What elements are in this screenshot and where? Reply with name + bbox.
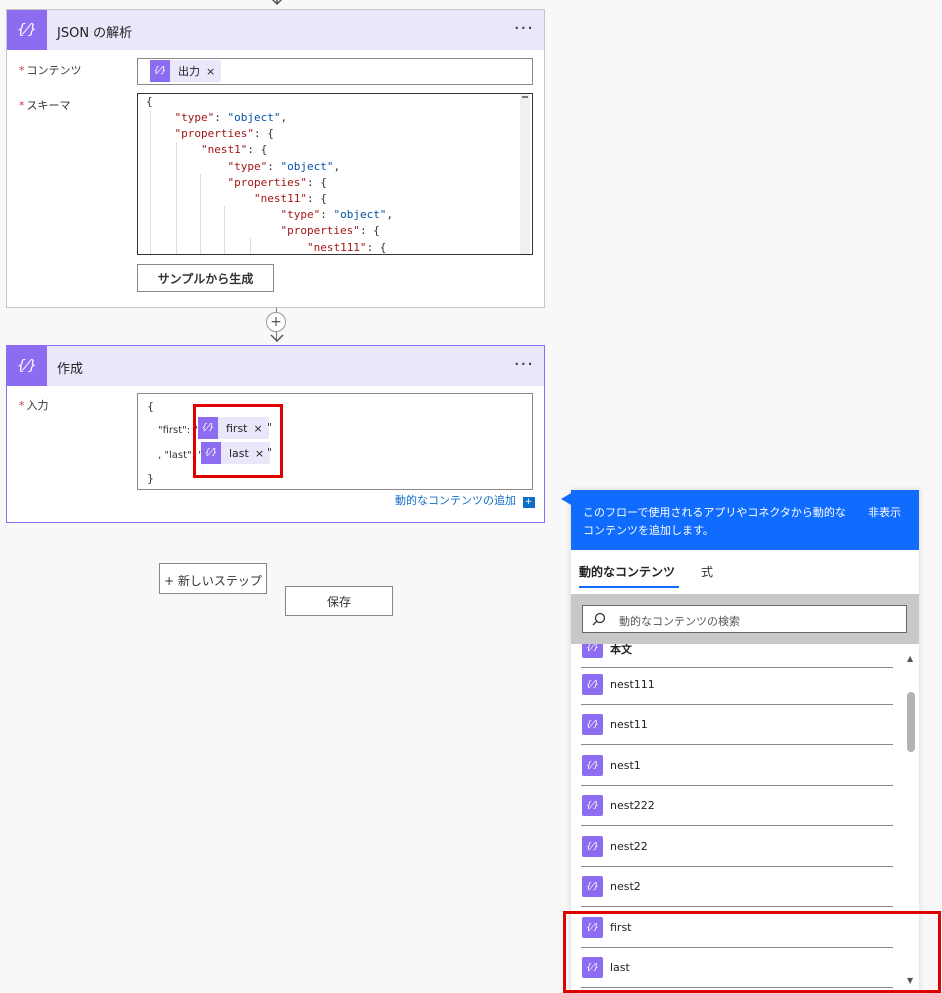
schema-code-line: "nest11": {	[253, 192, 327, 205]
highlight-box	[193, 404, 283, 478]
save-button[interactable]: 保存	[285, 586, 393, 616]
dynamic-content-item-label: nest11	[610, 718, 648, 731]
remove-token-icon[interactable]: ×	[206, 65, 221, 78]
dynamic-content-item-label: nest1	[610, 759, 641, 772]
content-field[interactable]: {⁄} 出力 ×	[137, 58, 533, 85]
schema-code-line: {	[146, 95, 153, 108]
schema-code-line: "type": "object",	[174, 111, 288, 124]
dynamic-content-item-label: 本文	[610, 644, 632, 656]
dynamic-content-item-label: nest222	[610, 799, 655, 812]
schema-code-line: "properties": {	[174, 127, 274, 141]
data-operation-icon: {⁄}	[582, 714, 603, 735]
content-label: * コンテンツ	[19, 64, 82, 77]
more-options-icon[interactable]: ···	[514, 354, 534, 375]
schema-code-line: "nest111": {	[306, 240, 387, 254]
data-operation-icon: {⁄}	[582, 795, 603, 816]
dynamic-content-item[interactable]: {⁄} nest1	[581, 746, 893, 786]
panel-header: このフローで使用されるアプリやコネクタから動的なコンテンツを追加します。 非表示	[571, 490, 919, 550]
dynamic-content-item[interactable]: {⁄} nest22	[581, 827, 893, 867]
schema-code-line: "type": "object",	[280, 208, 394, 222]
schema-label: * スキーマ	[19, 99, 71, 112]
schema-code-line: "properties": {	[280, 224, 380, 238]
generate-from-sample-button[interactable]: サンプルから生成	[137, 264, 274, 292]
dynamic-content-item[interactable]: {⁄} nest111	[581, 665, 893, 705]
parse-json-title: JSON の解析	[57, 26, 133, 41]
data-operation-icon: {⁄}	[7, 10, 47, 50]
first-key-text: "first": "	[158, 425, 198, 436]
data-operation-icon: {⁄}	[582, 836, 603, 857]
panel-description: このフローで使用されるアプリやコネクタから動的なコンテンツを追加します。	[583, 506, 846, 537]
schema-editor[interactable]: { "type": "object", "properties": { "nes…	[137, 93, 533, 255]
input-label: * 入力	[19, 399, 49, 412]
compose-title: 作成	[57, 362, 84, 377]
tab-dynamic-content[interactable]: 動的なコンテンツ	[579, 563, 675, 580]
scroll-up-icon[interactable]: ▲	[907, 654, 913, 663]
search-icon	[592, 612, 606, 626]
data-operation-icon: {⁄}	[582, 876, 603, 897]
arrow-down-icon	[270, 334, 284, 343]
dynamic-content-item[interactable]: {⁄} nest11	[581, 705, 893, 745]
insert-step-button[interactable]: +	[266, 312, 286, 332]
close-brace: }	[147, 472, 154, 485]
output-token[interactable]: {⁄} 出力 ×	[150, 60, 222, 82]
data-operation-icon: {⁄}	[582, 644, 603, 658]
data-operation-icon: {⁄}	[582, 755, 603, 776]
token-label: 出力	[178, 65, 200, 78]
data-operation-icon: {⁄}	[582, 674, 603, 695]
token-icon: {⁄}	[150, 60, 170, 82]
dynamic-content-item[interactable]: {⁄} nest2	[581, 867, 893, 907]
new-step-button[interactable]: + 新しいステップ	[159, 563, 267, 594]
arrow-down-icon	[271, 0, 283, 6]
tab-expression[interactable]: 式	[701, 563, 713, 580]
search-placeholder: 動的なコンテンツの検索	[619, 615, 740, 628]
dynamic-content-item-label: nest111	[610, 678, 655, 691]
dynamic-content-item-label: nest22	[610, 840, 648, 853]
add-dynamic-content-link[interactable]: 動的なコンテンツの追加 +	[395, 492, 535, 508]
active-tab-indicator	[579, 586, 679, 588]
highlight-box	[563, 911, 941, 993]
search-area: 動的なコンテンツの検索	[571, 594, 919, 644]
data-operation-icon: {⁄}	[7, 346, 47, 386]
dynamic-content-item-label: nest2	[610, 880, 641, 893]
open-brace: {	[147, 400, 154, 413]
schema-scrollbar[interactable]	[520, 94, 530, 254]
hide-button[interactable]: 非表示	[868, 504, 901, 520]
schema-code-line: "properties": {	[227, 175, 327, 189]
add-icon: +	[522, 497, 535, 508]
dynamic-content-item[interactable]: {⁄} nest222	[581, 786, 893, 826]
schema-code-line: "nest1": {	[200, 143, 268, 157]
more-options-icon[interactable]: ···	[514, 18, 534, 39]
new-step-label: + 新しいステップ	[164, 574, 262, 588]
schema-code-line: "type": "object",	[227, 159, 341, 173]
parse-json-header[interactable]: {⁄} JSON の解析 ···	[7, 10, 544, 50]
scroll-thumb[interactable]	[907, 692, 915, 752]
compose-header[interactable]: {⁄} 作成 ···	[7, 346, 544, 386]
search-input[interactable]: 動的なコンテンツの検索	[582, 605, 907, 633]
